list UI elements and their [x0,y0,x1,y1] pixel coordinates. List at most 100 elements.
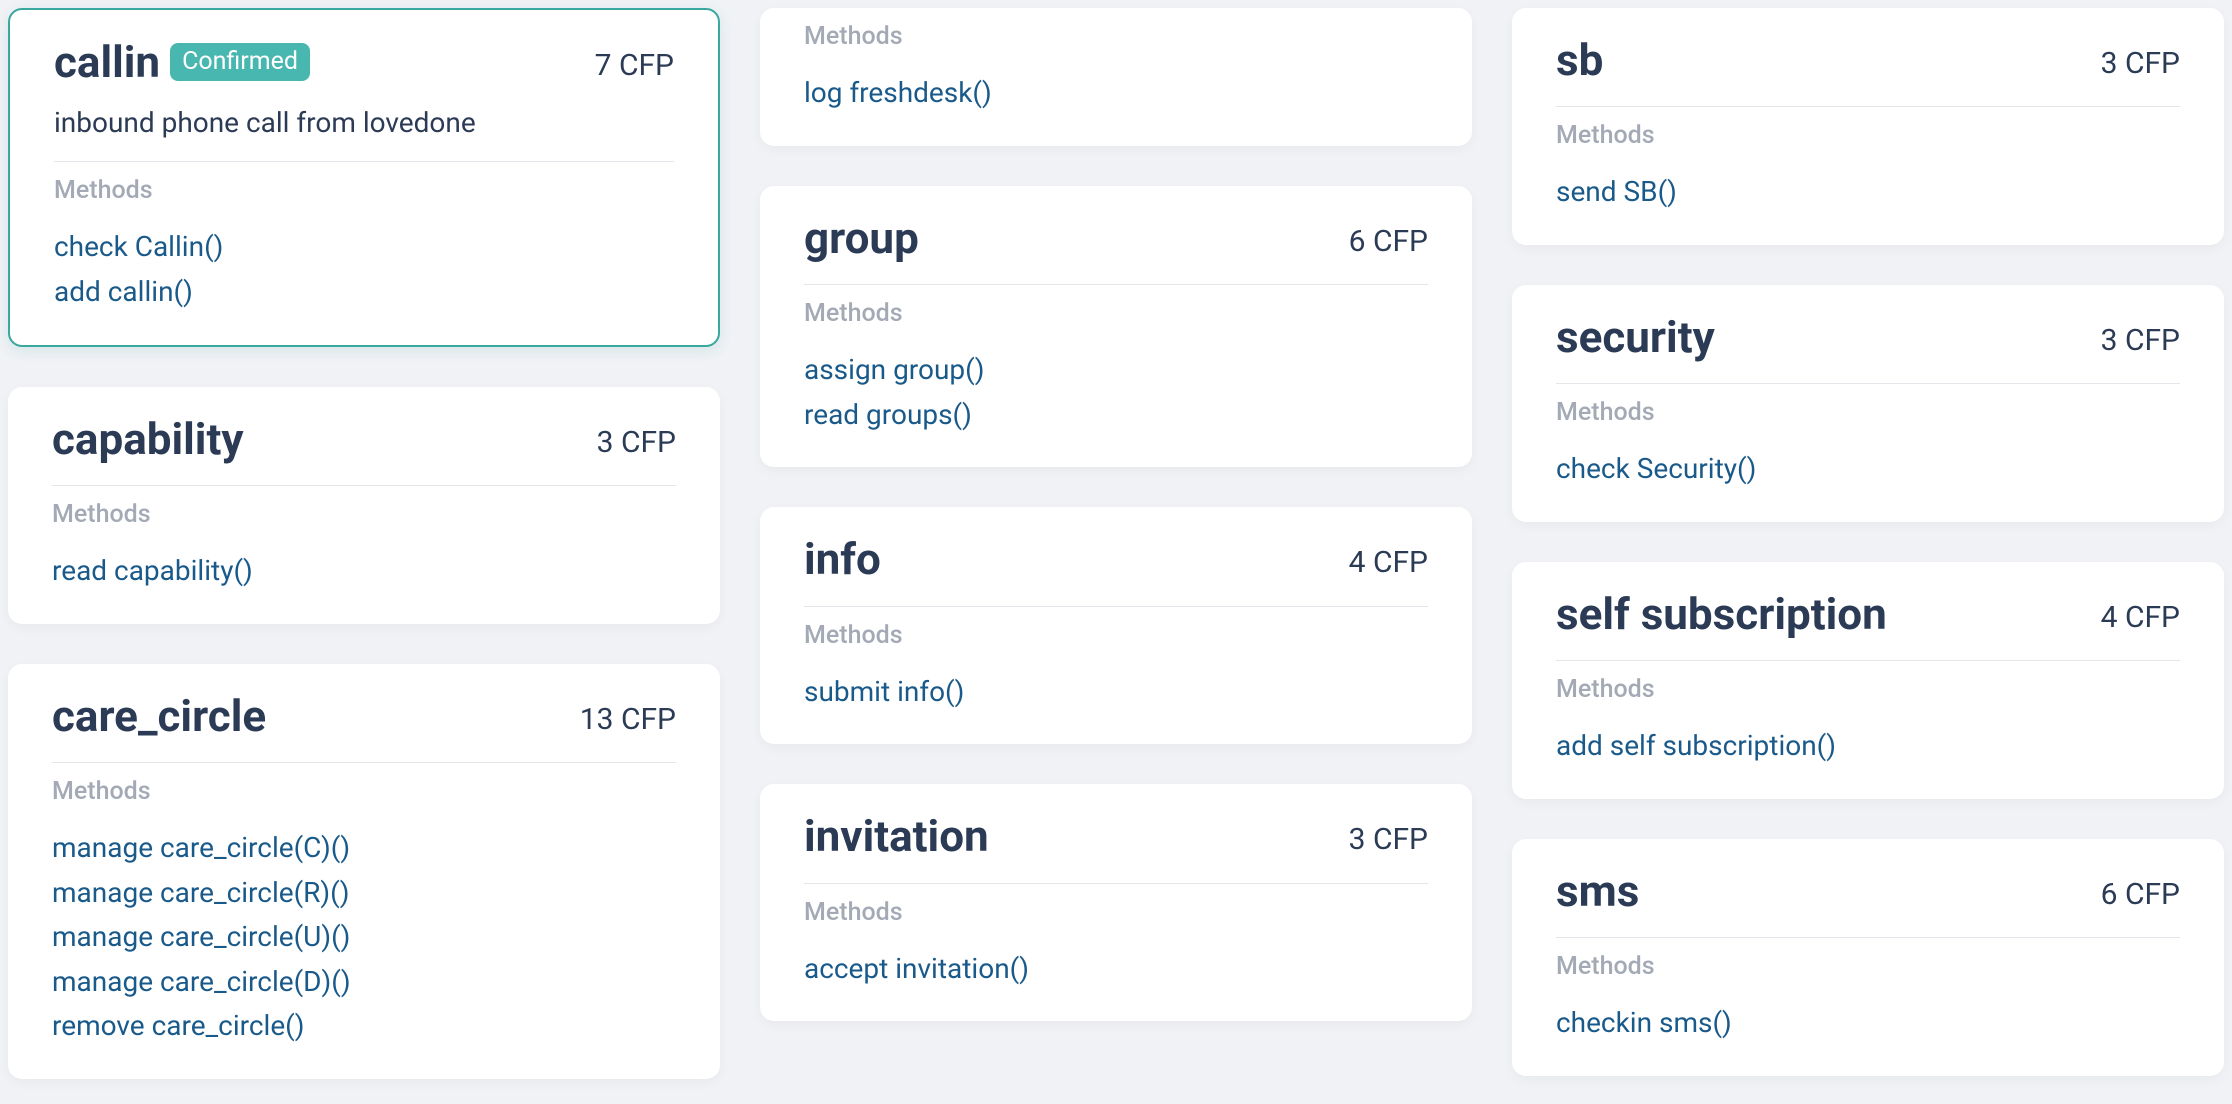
method-link[interactable]: check Security() [1556,449,2180,490]
cfp-number: 13 [580,702,614,737]
cfp-value: 3 CFP [2101,36,2180,81]
cfp-number: 6 [2101,877,2118,912]
method-link[interactable]: submit info() [804,672,1428,713]
methods-list: checkin sms() [1556,1003,2180,1044]
card-self subscription[interactable]: self subscription 4 CFP Methods add self su… [1512,562,2224,799]
methods-list: assign group()read groups() [804,350,1428,435]
column-1: Methods log freshdesk() group 6 CFP Methods a… [760,8,1472,1096]
divider [1556,660,2180,661]
card-callin[interactable]: callin Confirmed 7 CFP inbound phone call f… [8,8,720,347]
card-title: capability [52,415,244,463]
methods-label: Methods [52,500,676,529]
card-title: group [804,214,919,262]
card-description: inbound phone call from lovedone [54,106,674,139]
method-link[interactable]: remove care_circle() [52,1006,676,1047]
cfp-number: 6 [1349,224,1366,259]
title-row: callin Confirmed [54,38,310,86]
methods-list: submit info() [804,672,1428,713]
cfp-number: 3 [2101,323,2118,358]
methods-list: manage care_circle(C)()manage care_circl… [52,828,676,1047]
card-header: self subscription 4 CFP [1556,590,2180,638]
card-header: info 4 CFP [804,535,1428,583]
card-title: sb [1556,36,1603,84]
cfp-number: 7 [595,48,612,83]
methods-label: Methods [804,22,1428,51]
card-header: capability 3 CFP [52,415,676,463]
card-header: invitation 3 CFP [804,812,1428,860]
divider [804,883,1428,884]
card-header: group 6 CFP [804,214,1428,262]
cfp-value: 4 CFP [2101,590,2180,635]
cfp-suffix: CFP [2125,46,2180,81]
method-link[interactable]: read capability() [52,551,676,592]
cfp-suffix: CFP [2125,877,2180,912]
method-link[interactable]: add self subscription() [1556,726,2180,767]
divider [52,485,676,486]
method-link[interactable]: manage care_circle(C)() [52,828,676,869]
title-row: sms [1556,867,1639,915]
card-title: sms [1556,867,1639,915]
card-title: callin [54,38,160,86]
cfp-value: 4 CFP [1349,535,1428,580]
card-invitation[interactable]: invitation3 CFPMethodsaccept invitation(… [760,784,1472,1021]
method-link[interactable]: log freshdesk() [804,73,1428,114]
title-row: security [1556,313,1715,361]
cfp-suffix: CFP [621,702,676,737]
cards-grid: callin Confirmed 7 CFP inbound phone call f… [8,8,2224,1096]
method-link[interactable]: read groups() [804,395,1428,436]
card-header: security 3 CFP [1556,313,2180,361]
title-row: capability [52,415,244,463]
cfp-value: 3 CFP [2101,313,2180,358]
divider [54,161,674,162]
methods-label: Methods [804,299,1428,328]
cfp-suffix: CFP [619,48,674,83]
method-link[interactable]: manage care_circle(D)() [52,962,676,1003]
card-info[interactable]: info4 CFPMethodssubmit info() [760,507,1472,744]
method-link[interactable]: checkin sms() [1556,1003,2180,1044]
cfp-suffix: CFP [1373,224,1428,259]
divider [52,762,676,763]
card-security[interactable]: security 3 CFP Methods check Security() [1512,285,2224,522]
title-row: invitation [804,812,989,860]
cfp-suffix: CFP [1373,822,1428,857]
method-link[interactable]: manage care_circle(U)() [52,917,676,958]
method-link[interactable]: send SB() [1556,172,2180,213]
method-link[interactable]: assign group() [804,350,1428,391]
cfp-suffix: CFP [2125,600,2180,635]
cfp-value: 3 CFP [597,415,676,460]
card-header: care_circle 13 CFP [52,692,676,740]
title-row: care_circle [52,692,266,740]
divider [1556,937,2180,938]
column-0: callin Confirmed 7 CFP inbound phone call f… [8,8,720,1096]
card-sms[interactable]: sms6 CFPMethodscheckin sms() [1512,839,2224,1076]
card-care_circle[interactable]: care_circle13 CFPMethodsmanage care_circ… [8,664,720,1079]
cfp-number: 3 [597,425,614,460]
divider [804,284,1428,285]
method-link[interactable]: manage care_circle(R)() [52,873,676,914]
title-row: sb [1556,36,1603,84]
status-badge: Confirmed [170,43,310,81]
method-link[interactable]: check Callin() [54,227,674,268]
column-2: sb 3 CFP Methods send SB() security 3 CFP Meth… [1512,8,2224,1096]
cfp-suffix: CFP [1373,545,1428,580]
card-title: info [804,535,881,583]
methods-list: read capability() [52,551,676,592]
card-sb[interactable]: sb 3 CFP Methods send SB() [1512,8,2224,245]
methods-label: Methods [1556,398,2180,427]
title-row: group [804,214,919,262]
card-capability[interactable]: capability 3 CFP Methods read capability() [8,387,720,624]
method-link[interactable]: add callin() [54,272,674,313]
card-header: sb 3 CFP [1556,36,2180,84]
methods-label: Methods [1556,675,2180,704]
cfp-value: 13 CFP [580,692,676,737]
methods-list: check Security() [1556,449,2180,490]
method-link[interactable]: accept invitation() [804,949,1428,990]
cfp-number: 3 [1349,822,1366,857]
divider [804,606,1428,607]
card-group[interactable]: group 6 CFP Methods assign group()read grou… [760,186,1472,468]
card-title: self subscription [1556,590,1887,638]
card-partial[interactable]: Methods log freshdesk() [760,8,1472,146]
title-row: self subscription [1556,590,1887,638]
methods-label: Methods [1556,121,2180,150]
methods-list: log freshdesk() [804,73,1428,114]
